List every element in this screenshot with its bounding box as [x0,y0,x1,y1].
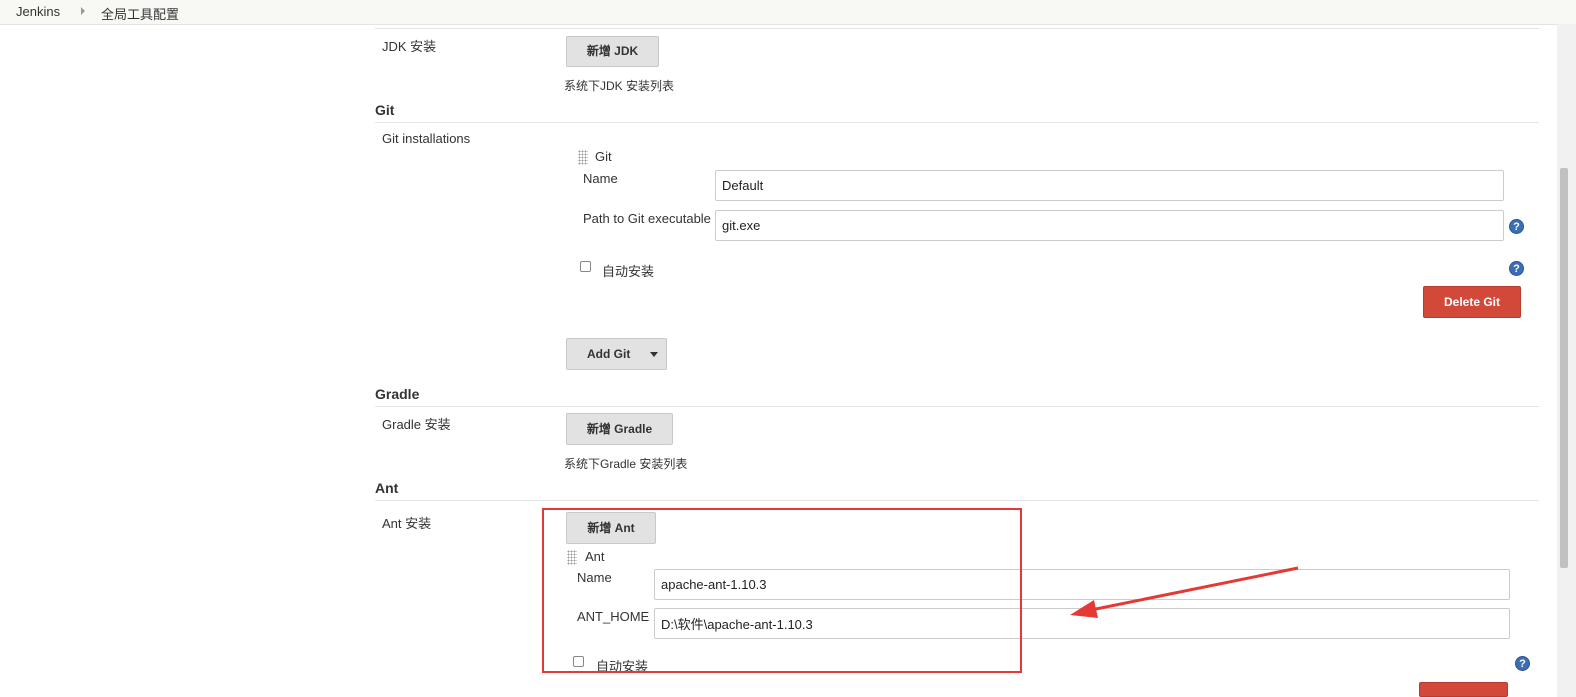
delete-git-button[interactable]: Delete Git [1423,286,1521,318]
add-git-label: Add Git [587,347,631,361]
add-jdk-button[interactable]: 新增 JDK [566,36,659,67]
breadcrumb-global-tool-config[interactable]: 全局工具配置 [101,4,179,23]
chevron-right-icon [81,7,85,15]
gradle-hint: 系统下Gradle 安装列表 [564,457,688,471]
divider [375,406,1539,407]
annotation-arrow-head [1070,600,1098,618]
divider [375,122,1539,123]
breadcrumb-jenkins[interactable]: Jenkins [16,4,60,19]
drag-handle-icon[interactable] [578,150,588,165]
delete-ant-button[interactable] [1419,682,1508,697]
git-section-title: Git [375,102,395,118]
dropdown-arrow-icon [650,352,658,357]
help-icon[interactable]: ? [1509,219,1524,234]
breadcrumb: Jenkins 全局工具配置 [0,0,1576,25]
gradle-install-label: Gradle 安装 [382,417,451,432]
git-auto-install-checkbox[interactable] [580,261,591,272]
annotation-arrow [1070,566,1299,618]
jdk-install-label: JDK 安装 [382,39,437,54]
git-name-label: Name [583,171,618,186]
git-entry-title: Git [595,149,612,164]
annotation-arrow-line [1085,566,1299,613]
add-git-button[interactable]: Add Git [566,338,667,370]
git-path-field[interactable] [715,210,1504,241]
jdk-hint: 系统下JDK 安装列表 [564,79,675,93]
add-gradle-button[interactable]: 新增 Gradle [566,413,673,445]
gradle-section-title: Gradle [375,386,420,402]
git-auto-install-label: 自动安装 [602,264,655,279]
git-installations-label: Git installations [382,131,471,146]
help-icon[interactable]: ? [1515,656,1530,671]
scrollbar-thumb[interactable] [1560,168,1568,568]
divider [375,500,1539,501]
git-path-label: Path to Git executable [583,211,711,226]
ant-section-title: Ant [375,480,399,496]
ant-install-label: Ant 安装 [382,516,432,531]
help-icon[interactable]: ? [1509,261,1524,276]
git-name-field[interactable] [715,170,1504,201]
annotation-highlight-box [542,508,1022,673]
divider [375,28,1539,29]
